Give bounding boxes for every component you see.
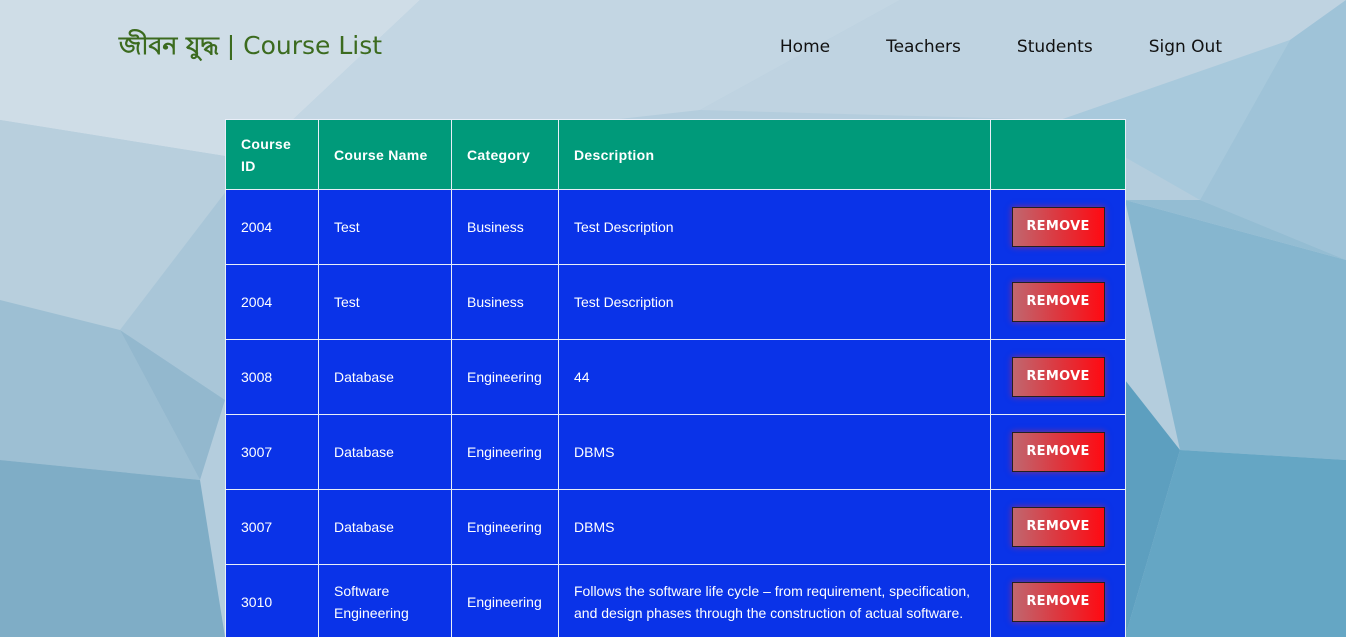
cell-course-name: Test (318, 264, 452, 340)
brand-title: জীবন যুদ্ধ | Course List (119, 28, 382, 64)
cell-course-name: Database (318, 414, 452, 490)
column-header-course-name: Course Name (318, 119, 452, 190)
cell-description: DBMS (558, 414, 991, 490)
cell-course-id: 3008 (225, 339, 319, 415)
cell-category: Engineering (451, 564, 559, 637)
cell-category: Business (451, 264, 559, 340)
cell-description: Test Description (558, 264, 991, 340)
cell-description: DBMS (558, 489, 991, 565)
cell-action: REMOVE (990, 414, 1126, 490)
cell-course-name: Test (318, 189, 452, 265)
cell-description: Follows the software life cycle – from r… (558, 564, 991, 637)
nav-home-link[interactable]: Home (780, 34, 830, 60)
cell-course-name: Software Engineering (318, 564, 452, 637)
nav-teachers-link[interactable]: Teachers (886, 34, 961, 60)
remove-button[interactable]: REMOVE (1011, 507, 1105, 547)
brand-bengali-text: জীবন যুদ্ধ (119, 31, 219, 60)
course-table: Course ID Course Name Category Descripti… (225, 119, 1126, 637)
cell-description: 44 (558, 339, 991, 415)
nav-sign-out-link[interactable]: Sign Out (1149, 34, 1222, 60)
cell-action: REMOVE (990, 564, 1126, 637)
cell-category: Business (451, 189, 559, 265)
top-header: জীবন যুদ্ধ | Course List Home Teachers S… (0, 0, 1346, 100)
cell-category: Engineering (451, 339, 559, 415)
table-row: 3007 Database Engineering DBMS REMOVE (225, 489, 1126, 565)
table-header-row: Course ID Course Name Category Descripti… (225, 119, 1126, 190)
column-header-action (990, 119, 1126, 190)
column-header-course-id: Course ID (225, 119, 319, 190)
remove-button[interactable]: REMOVE (1011, 432, 1105, 472)
cell-category: Engineering (451, 414, 559, 490)
remove-button[interactable]: REMOVE (1011, 357, 1105, 397)
cell-category: Engineering (451, 489, 559, 565)
nav-students-link[interactable]: Students (1017, 34, 1093, 60)
cell-course-id: 3010 (225, 564, 319, 637)
cell-course-name: Database (318, 339, 452, 415)
cell-course-id: 2004 (225, 189, 319, 265)
remove-button[interactable]: REMOVE (1011, 207, 1105, 247)
page-title: Course List (243, 31, 383, 60)
course-table-container: Course ID Course Name Category Descripti… (225, 119, 1126, 637)
cell-course-name: Database (318, 489, 452, 565)
cell-course-id: 3007 (225, 489, 319, 565)
cell-course-id: 2004 (225, 264, 319, 340)
cell-action: REMOVE (990, 339, 1126, 415)
table-row: 3010 Software Engineering Engineering Fo… (225, 564, 1126, 637)
table-row: 2004 Test Business Test Description REMO… (225, 264, 1126, 340)
main-nav: Home Teachers Students Sign Out (780, 34, 1222, 60)
cell-description: Test Description (558, 189, 991, 265)
remove-button[interactable]: REMOVE (1011, 282, 1105, 322)
cell-course-id: 3007 (225, 414, 319, 490)
table-row: 3007 Database Engineering DBMS REMOVE (225, 414, 1126, 490)
cell-action: REMOVE (990, 189, 1126, 265)
column-header-description: Description (558, 119, 991, 190)
table-row: 3008 Database Engineering 44 REMOVE (225, 339, 1126, 415)
cell-action: REMOVE (990, 489, 1126, 565)
table-row: 2004 Test Business Test Description REMO… (225, 189, 1126, 265)
column-header-category: Category (451, 119, 559, 190)
brand-separator: | (218, 31, 244, 60)
remove-button[interactable]: REMOVE (1011, 582, 1105, 622)
cell-action: REMOVE (990, 264, 1126, 340)
